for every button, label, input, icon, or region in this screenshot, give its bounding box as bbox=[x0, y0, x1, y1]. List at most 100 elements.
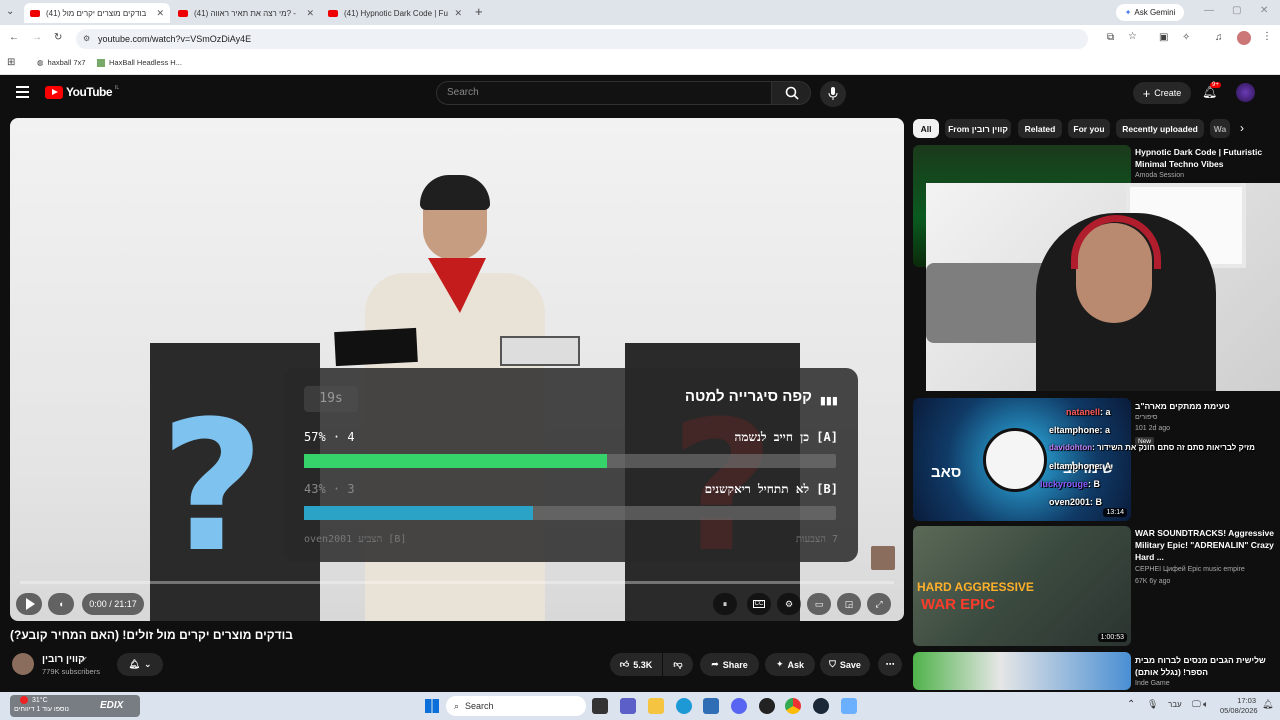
chip-for-you[interactable]: For you bbox=[1068, 119, 1110, 138]
teams-icon[interactable] bbox=[620, 698, 636, 714]
more-horizontal-icon: ⋯ bbox=[885, 659, 895, 669]
play-button[interactable] bbox=[16, 593, 42, 615]
media-control-icon[interactable]: ♫ bbox=[1215, 32, 1223, 43]
close-tab-icon[interactable]: ✕ bbox=[306, 8, 314, 19]
site-info-icon[interactable]: ⚙ bbox=[83, 29, 90, 49]
share-button[interactable]: ➦ Share bbox=[700, 653, 759, 676]
back-icon[interactable]: ← bbox=[9, 32, 19, 43]
poll-last-vote: [B] הצביע oven2001 bbox=[304, 534, 407, 545]
task-view-icon[interactable] bbox=[592, 698, 608, 714]
file-explorer-icon[interactable] bbox=[648, 698, 664, 714]
reload-icon[interactable]: ↻ bbox=[54, 32, 62, 43]
taskbar-search[interactable]: ⌕ Search bbox=[446, 696, 586, 716]
minimize-icon[interactable]: — bbox=[1204, 5, 1214, 16]
chrome-icon[interactable] bbox=[785, 698, 801, 714]
chip-wa[interactable]: Wa bbox=[1210, 119, 1230, 138]
subscribe-bell-button[interactable]: 🔔︎ ⌄ bbox=[117, 653, 163, 676]
address-bar[interactable]: ⚙ youtube.com/watch?v=VSmOzDiAy4E bbox=[76, 29, 1088, 49]
windows-start-icon[interactable] bbox=[425, 699, 439, 713]
tray-chevron-icon[interactable]: ⌃ bbox=[1127, 699, 1135, 710]
notification-count-badge: 9+ bbox=[1210, 82, 1221, 88]
miniplayer-icon: ▭ bbox=[814, 598, 824, 609]
fullscreen-button[interactable]: ⤢ bbox=[867, 593, 891, 615]
dislike-button[interactable]: 👎︎ bbox=[663, 653, 693, 676]
more-actions-button[interactable]: ⋯ bbox=[878, 653, 902, 676]
forward-icon[interactable]: → bbox=[32, 32, 42, 43]
tray-icons[interactable]: 🖵︎ 🔈︎ bbox=[1192, 699, 1209, 710]
chip-related[interactable]: Related bbox=[1018, 119, 1062, 138]
chat-line: eltamphone: A bbox=[1049, 461, 1112, 471]
close-window-icon[interactable]: ✕ bbox=[1260, 5, 1268, 16]
recommendation-thumbnail-3[interactable]: HARD AGGRESSIVE WAR EPIC 1:00:53 bbox=[913, 526, 1131, 646]
app-icon-2[interactable] bbox=[841, 698, 857, 714]
tab-video[interactable]: (41) בודקים מוצרים יקרים מול ✕ bbox=[24, 3, 170, 23]
tab-video-3[interactable]: (41) Hypnotic Dark Code | Futu ✕ bbox=[322, 3, 468, 23]
clock-time[interactable]: 17:03 bbox=[1226, 696, 1256, 705]
extension-icon[interactable]: ▣ bbox=[1159, 32, 1168, 43]
like-button[interactable]: 👍︎ 5.3K bbox=[610, 653, 662, 676]
steam-icon[interactable] bbox=[813, 698, 829, 714]
youtube-favicon-icon bbox=[178, 9, 188, 17]
thumbs-down-icon: 👎︎ bbox=[673, 659, 683, 669]
recommendation-title-4[interactable]: שלישית הגבים מנסים לברוח מבית הספר! (נגל… bbox=[1135, 654, 1275, 678]
channel-avatar[interactable] bbox=[12, 653, 34, 675]
recommendation-title-1[interactable]: Hypnotic Dark Code | Futuristic Minimal … bbox=[1135, 146, 1275, 170]
notification-bell-icon[interactable]: 🔔︎ bbox=[1262, 699, 1273, 710]
video-player[interactable]: ? ? 19s ▮▮▮ קפה סיגרייה למטה [A] כן חייב… bbox=[10, 118, 904, 621]
apps-grid-icon[interactable]: ⊞ bbox=[7, 57, 15, 68]
bookmark-haxball[interactable]: ◍ haxball 7x7 bbox=[37, 58, 86, 67]
search-input[interactable]: Search bbox=[436, 81, 772, 105]
voice-search-button[interactable] bbox=[820, 81, 846, 107]
close-tab-icon[interactable]: ✕ bbox=[454, 8, 462, 19]
cast-button[interactable]: ◲ bbox=[837, 593, 861, 615]
chip-recently-uploaded[interactable]: Recently uploaded bbox=[1116, 119, 1204, 138]
chip-all[interactable]: All bbox=[913, 119, 939, 138]
ask-gemini-button[interactable]: ✦ Ask Gemini bbox=[1116, 4, 1184, 21]
bookmark-haxball-headless[interactable]: HaxBall Headless H... bbox=[97, 58, 182, 67]
clock-date[interactable]: 05/08/2026 bbox=[1220, 706, 1258, 715]
settings-button[interactable]: ⚙ bbox=[777, 593, 801, 615]
miniplayer-button[interactable]: ▭ bbox=[807, 593, 831, 615]
youtube-logo[interactable]: YouTube IL bbox=[45, 85, 119, 99]
weather-widget[interactable]: 31°C נוספו עוד 1 דיווחים EDIX bbox=[10, 695, 140, 717]
hamburger-menu-icon[interactable] bbox=[16, 86, 29, 98]
new-tab-button[interactable]: + bbox=[475, 4, 483, 19]
share-icon: ➦ bbox=[711, 659, 719, 669]
windows-taskbar: 31°C נוספו עוד 1 דיווחים EDIX ⌕ Search ⌃… bbox=[0, 692, 1280, 720]
install-app-icon[interactable]: ⧉ bbox=[1107, 32, 1114, 43]
close-tab-icon[interactable]: ✕ bbox=[156, 8, 164, 19]
language-indicator[interactable]: עבר bbox=[1168, 700, 1182, 709]
menu-kebab-icon[interactable]: ⋮ bbox=[1262, 31, 1272, 42]
app-icon[interactable] bbox=[759, 698, 775, 714]
left-question-mark: ? bbox=[160, 383, 265, 592]
autoplay-toggle[interactable]: ⏸ bbox=[713, 593, 737, 615]
recommendation-title-2[interactable]: טעימת ממתקים מארה"ב bbox=[1135, 400, 1275, 412]
extensions-puzzle-icon[interactable]: ✧ bbox=[1182, 32, 1190, 43]
ask-button[interactable]: ✦ Ask bbox=[765, 653, 815, 676]
edge-icon[interactable] bbox=[676, 698, 692, 714]
search-button[interactable] bbox=[771, 81, 811, 105]
store-icon[interactable] bbox=[703, 698, 719, 714]
video-progress-bar[interactable] bbox=[20, 581, 894, 584]
poll-option-b-fill bbox=[304, 506, 533, 520]
product-box-left bbox=[334, 327, 418, 367]
account-avatar[interactable] bbox=[1236, 83, 1255, 102]
tab-list-icon[interactable]: ⌄ bbox=[6, 6, 14, 17]
channel-watermark[interactable] bbox=[871, 546, 895, 570]
volume-button[interactable]: ◖ bbox=[48, 593, 74, 615]
discord-icon[interactable] bbox=[731, 698, 747, 714]
maximize-icon[interactable]: ▢ bbox=[1232, 5, 1241, 16]
tray-mic-icon[interactable]: 🎙︎ bbox=[1147, 699, 1158, 710]
subtitles-button[interactable]: CC bbox=[747, 593, 771, 615]
profile-avatar[interactable] bbox=[1237, 31, 1251, 45]
save-button[interactable]: ⛉ Save bbox=[820, 653, 870, 676]
chips-next-chevron-icon[interactable]: › bbox=[1240, 121, 1244, 135]
create-button[interactable]: + Create bbox=[1133, 82, 1191, 104]
recommendation-thumbnail-4[interactable] bbox=[913, 652, 1131, 690]
chip-from-channel[interactable]: From קווין רובין bbox=[945, 119, 1011, 138]
recommendation-title-3[interactable]: WAR SOUNDTRACKS! Aggressive Military Epi… bbox=[1135, 527, 1275, 563]
cc-icon: CC bbox=[752, 600, 766, 608]
bookmark-star-icon[interactable]: ☆ bbox=[1128, 31, 1137, 42]
channel-name[interactable]: קווין רובין bbox=[42, 654, 85, 665]
tab-video-2[interactable]: (41) מי רצה את תאיר ראווה? - ✕ bbox=[172, 3, 320, 23]
